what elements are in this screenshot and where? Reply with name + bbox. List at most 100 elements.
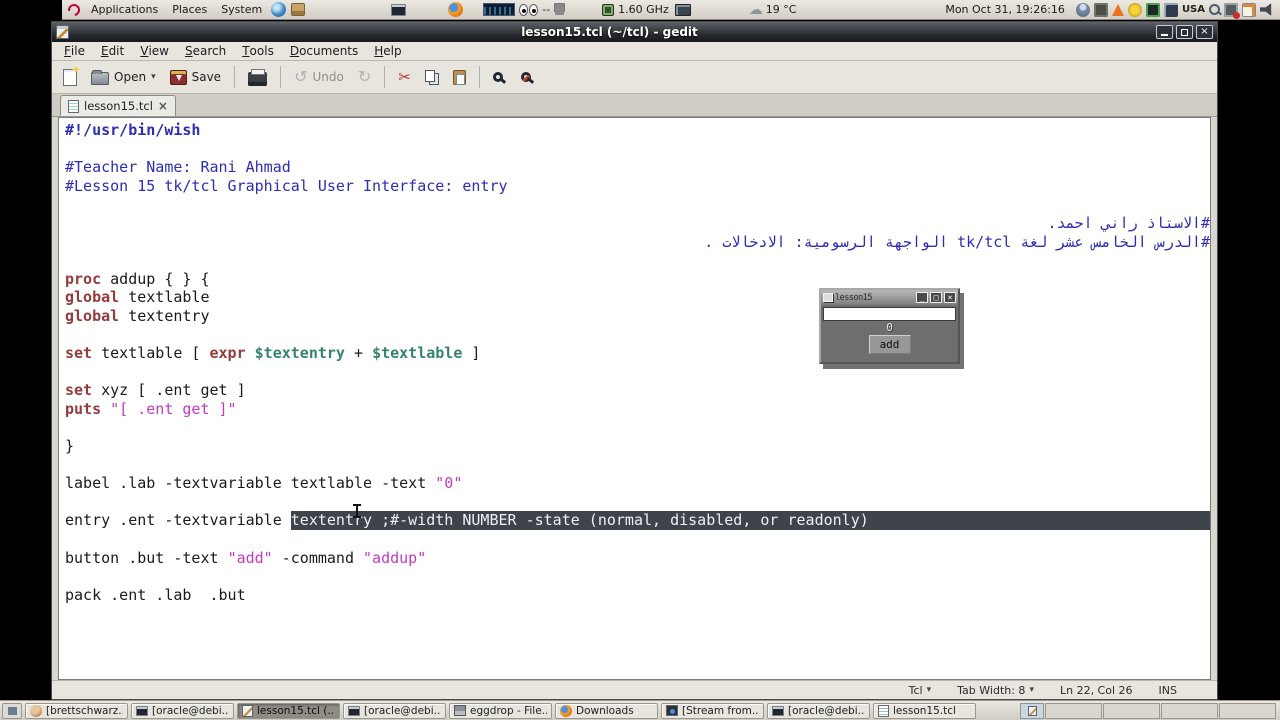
- new-document-button[interactable]: [58, 66, 82, 89]
- terminal-icon[interactable]: [391, 3, 407, 16]
- print-button[interactable]: [243, 66, 272, 89]
- code-line[interactable]: set xyz [ .ent get ]: [65, 381, 1210, 400]
- user-icon[interactable]: [1075, 2, 1090, 17]
- code-line[interactable]: global textentry: [65, 307, 1210, 326]
- battery-icon[interactable]: [1145, 2, 1160, 17]
- package-icon[interactable]: [291, 3, 306, 16]
- code-line[interactable]: [65, 251, 1210, 270]
- code-line[interactable]: #الدرس الخامس عشر لغة tk/tcl الواجهة الر…: [65, 233, 1210, 252]
- globe-icon[interactable]: [271, 2, 287, 17]
- tk-maximize-button[interactable]: □: [930, 292, 942, 303]
- taskbar-button[interactable]: [oracle@debi...: [767, 702, 870, 719]
- code-line[interactable]: #الاستاذ راني احمد.: [65, 214, 1210, 233]
- replace-button[interactable]: [516, 69, 540, 85]
- tk-title-bar[interactable]: lesson15 _ □ ×: [821, 290, 958, 305]
- system-monitor-applet[interactable]: [483, 3, 516, 16]
- code-line[interactable]: entry .ent -textvariable textentry ;#-wi…: [65, 511, 1210, 531]
- code-line[interactable]: button .but -text "add" -command "addup": [65, 549, 1210, 568]
- camera-icon[interactable]: [1093, 2, 1108, 17]
- workspace-cell[interactable]: [1045, 702, 1102, 719]
- tab-lesson15[interactable]: lesson15.tcl ×: [60, 95, 176, 116]
- display-icon[interactable]: [1163, 2, 1178, 17]
- clock[interactable]: Mon Oct 31, 19:26:16: [945, 3, 1065, 16]
- tab-width-selector[interactable]: Tab Width: 8 ▾: [957, 684, 1034, 697]
- menu-file[interactable]: File: [56, 42, 93, 61]
- title-bar[interactable]: lesson15.tcl (~/tcl) - gedit ×: [52, 22, 1217, 42]
- volume-icon[interactable]: [1260, 3, 1272, 16]
- code-line[interactable]: puts "[ .ent get ]": [65, 400, 1210, 419]
- battery-icon[interactable]: [602, 3, 615, 16]
- redo-button[interactable]: ↻: [353, 66, 376, 88]
- taskbar-button[interactable]: eggdrop - File...: [449, 702, 552, 719]
- panel-menu-system[interactable]: System: [214, 0, 269, 20]
- gear-icon[interactable]: [1127, 2, 1142, 17]
- taskbar-button[interactable]: Downloads: [555, 702, 658, 719]
- eyes-applet[interactable]: [519, 3, 539, 16]
- menu-documents[interactable]: Documents: [282, 42, 366, 61]
- code-line[interactable]: proc addup { } {: [65, 270, 1210, 289]
- copy-button[interactable]: [420, 67, 444, 88]
- debian-logo-icon[interactable]: [65, 1, 83, 18]
- keyboard-layout-label[interactable]: USA: [1182, 4, 1205, 15]
- tk-add-button[interactable]: add: [868, 335, 911, 354]
- save-button[interactable]: Save: [165, 67, 226, 88]
- network-computer-icon[interactable]: [674, 3, 691, 16]
- tk-entry-field[interactable]: [823, 307, 956, 321]
- code-line[interactable]: #!/usr/bin/wish: [65, 121, 1210, 140]
- paste-button[interactable]: [448, 67, 471, 88]
- code-line[interactable]: }: [65, 437, 1210, 456]
- panel-menu-applications[interactable]: Applications: [84, 0, 165, 20]
- code-line[interactable]: [65, 195, 1210, 214]
- code-line[interactable]: set textlable [ expr $textentry + $textl…: [65, 344, 1210, 363]
- code-line[interactable]: [65, 493, 1210, 512]
- menu-search[interactable]: Search: [177, 42, 234, 61]
- taskbar-button[interactable]: [oracle@debi...: [131, 702, 234, 719]
- find-button[interactable]: [488, 69, 512, 85]
- code-line[interactable]: label .lab -textvariable textlable -text…: [65, 474, 1210, 493]
- menu-view[interactable]: View: [132, 42, 177, 61]
- code-line[interactable]: [65, 326, 1210, 345]
- code-line[interactable]: [65, 140, 1210, 159]
- magnifier-icon[interactable]: [1209, 4, 1220, 15]
- code-line[interactable]: [65, 363, 1210, 382]
- workspace-cell[interactable]: [1103, 702, 1160, 719]
- open-button[interactable]: Open ▾: [86, 66, 161, 88]
- language-selector[interactable]: Tcl ▾: [909, 684, 932, 697]
- menu-tools[interactable]: Tools: [234, 42, 282, 61]
- plug-icon[interactable]: [555, 4, 565, 15]
- code-line[interactable]: [65, 530, 1210, 549]
- workspace-cell[interactable]: [1219, 702, 1276, 719]
- weather-cloud-icon[interactable]: ☁: [749, 3, 763, 17]
- note-icon[interactable]: [1242, 2, 1256, 17]
- battery-alert-icon[interactable]: [1224, 2, 1240, 19]
- tk-close-button[interactable]: ×: [944, 292, 956, 303]
- minimize-button[interactable]: [1156, 25, 1173, 39]
- menu-edit[interactable]: Edit: [93, 42, 132, 61]
- text-editor-area[interactable]: #!/usr/bin/wish #Teacher Name: Rani Ahma…: [58, 117, 1211, 680]
- code-line[interactable]: [65, 456, 1210, 475]
- cone-icon[interactable]: [1111, 3, 1124, 16]
- pager-active-cell[interactable]: [1020, 702, 1044, 719]
- undo-button[interactable]: ↺ Undo: [289, 66, 349, 88]
- cut-button[interactable]: ✂: [393, 67, 416, 88]
- workspace-cell[interactable]: [1161, 702, 1218, 719]
- taskbar-button[interactable]: [oracle@debi...: [343, 702, 446, 719]
- code-line[interactable]: [65, 567, 1210, 586]
- taskbar-button[interactable]: [Stream from...: [661, 702, 764, 719]
- show-desktop-button[interactable]: [2, 702, 22, 719]
- maximize-button[interactable]: [1176, 25, 1193, 39]
- taskbar-button[interactable]: lesson15.tcl (...: [237, 702, 340, 719]
- code-line[interactable]: #Teacher Name: Rani Ahmad: [65, 158, 1210, 177]
- panel-menu-places[interactable]: Places: [165, 0, 214, 20]
- taskbar-button[interactable]: lesson15.tcl: [873, 702, 976, 719]
- menu-help[interactable]: Help: [366, 42, 409, 61]
- tab-close-icon[interactable]: ×: [158, 100, 168, 112]
- close-button[interactable]: ×: [1196, 25, 1213, 39]
- code-line[interactable]: global textlable: [65, 288, 1210, 307]
- firefox-icon[interactable]: [448, 2, 464, 17]
- taskbar-button[interactable]: [brettschwarz...: [25, 702, 128, 719]
- code-line[interactable]: [65, 419, 1210, 438]
- code-line[interactable]: pack .ent .lab .but: [65, 586, 1210, 605]
- tk-minimize-button[interactable]: _: [916, 292, 928, 303]
- code-line[interactable]: #Lesson 15 tk/tcl Graphical User Interfa…: [65, 177, 1210, 196]
